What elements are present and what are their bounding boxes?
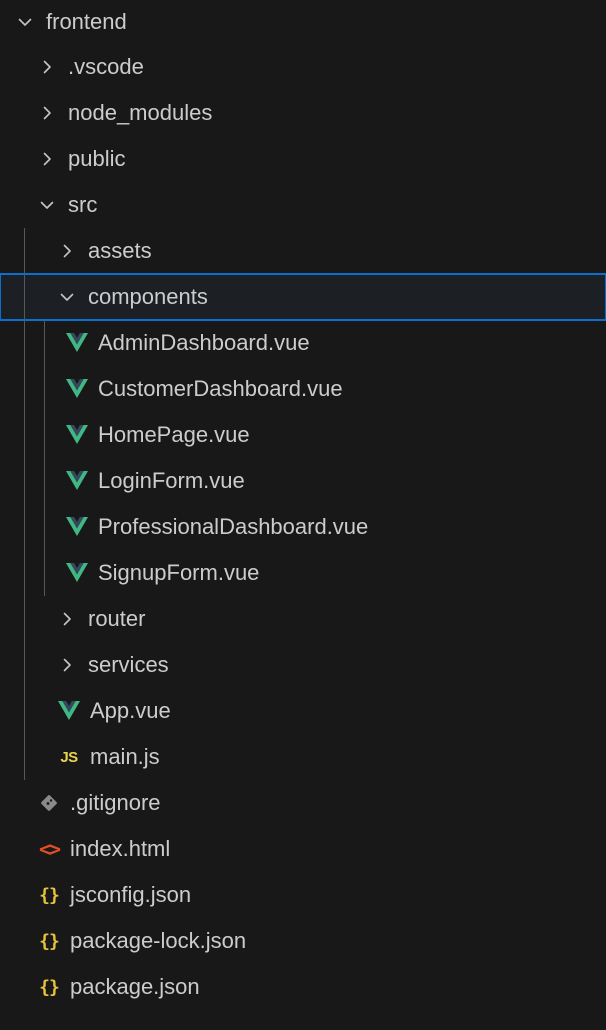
item-label: .gitignore: [70, 790, 161, 815]
git-file-icon: [36, 790, 62, 816]
item-label: CustomerDashboard.vue: [98, 376, 343, 401]
json-file-icon: {}: [39, 930, 60, 952]
item-label: frontend: [46, 9, 127, 34]
item-label: .vscode: [68, 54, 144, 79]
chevron-right-icon[interactable]: [56, 608, 78, 630]
folder-item-public[interactable]: public: [0, 136, 606, 182]
indent-guide: [24, 320, 25, 366]
indent-guide: [24, 596, 25, 642]
file-item-homepage-vue[interactable]: HomePage.vue: [0, 412, 606, 458]
item-label: SignupForm.vue: [98, 560, 260, 585]
chevron-down-icon[interactable]: [56, 286, 78, 308]
vue-file-icon: [64, 560, 90, 586]
item-label: public: [68, 146, 126, 171]
indent-guide: [44, 504, 45, 550]
json-file-icon: {}: [39, 884, 60, 906]
chevron-right-icon[interactable]: [56, 654, 78, 676]
indent-guide: [44, 458, 45, 504]
folder-item-frontend[interactable]: frontend: [0, 0, 606, 44]
item-label: services: [88, 652, 169, 677]
folder-item-router[interactable]: router: [0, 596, 606, 642]
item-label: package-lock.json: [70, 928, 247, 953]
file-item-professionaldashboard-vue[interactable]: ProfessionalDashboard.vue: [0, 504, 606, 550]
folder-item-components[interactable]: components: [0, 273, 606, 321]
item-label: main.js: [90, 744, 160, 769]
html-file-icon: <>: [38, 837, 61, 861]
item-label: index.html: [70, 836, 171, 861]
item-label: AdminDashboard.vue: [98, 330, 310, 355]
file-item-loginform-vue[interactable]: LoginForm.vue: [0, 458, 606, 504]
item-label: jsconfig.json: [70, 882, 192, 907]
folder-item-services[interactable]: services: [0, 642, 606, 688]
indent-guide: [24, 412, 25, 458]
indent-guide: [24, 228, 25, 274]
vue-file-icon: [64, 376, 90, 402]
file-item-app-vue[interactable]: App.vue: [0, 688, 606, 734]
indent-guide: [24, 550, 25, 596]
indent-guide: [44, 366, 45, 412]
indent-guide: [24, 734, 25, 780]
vue-file-icon: [64, 468, 90, 494]
item-label: HomePage.vue: [98, 422, 250, 447]
item-label: node_modules: [68, 100, 213, 125]
item-label: router: [88, 606, 146, 631]
item-label: assets: [88, 238, 152, 263]
indent-guide: [24, 504, 25, 550]
chevron-right-icon[interactable]: [36, 56, 58, 78]
item-label: components: [88, 284, 208, 309]
indent-guide: [24, 688, 25, 734]
indent-guide: [44, 412, 45, 458]
file-item-signupform-vue[interactable]: SignupForm.vue: [0, 550, 606, 596]
chevron-right-icon[interactable]: [36, 148, 58, 170]
folder-item-vscode[interactable]: .vscode: [0, 44, 606, 90]
item-label: package.json: [70, 974, 200, 999]
file-explorer-tree: frontend .vscode node_modulespublic src asse…: [0, 0, 606, 1030]
file-item-index-html[interactable]: <> index.html: [0, 826, 606, 872]
item-label: LoginForm.vue: [98, 468, 245, 493]
chevron-down-icon[interactable]: [14, 11, 36, 33]
indent-guide: [44, 550, 45, 596]
item-label: src: [68, 192, 98, 217]
folder-item-node-modules[interactable]: node_modules: [0, 90, 606, 136]
file-item-gitignore[interactable]: .gitignore: [0, 780, 606, 826]
indent-guide: [24, 274, 25, 320]
json-file-icon: {}: [39, 976, 60, 998]
item-label: ProfessionalDashboard.vue: [98, 514, 369, 539]
vue-file-icon: [64, 514, 90, 540]
indent-guide: [24, 458, 25, 504]
vue-file-icon: [56, 698, 82, 724]
file-item-package-json[interactable]: {} package.json: [0, 964, 606, 1010]
indent-guide: [24, 366, 25, 412]
item-label: App.vue: [90, 698, 171, 723]
file-item-customerdashboard-vue[interactable]: CustomerDashboard.vue: [0, 366, 606, 412]
folder-item-src[interactable]: src: [0, 182, 606, 228]
js-file-icon: JS: [60, 748, 78, 766]
file-item-main-js[interactable]: JS main.js: [0, 734, 606, 780]
indent-guide: [44, 320, 45, 366]
chevron-down-icon[interactable]: [36, 194, 58, 216]
folder-item-assets[interactable]: assets: [0, 228, 606, 274]
indent-guide: [24, 642, 25, 688]
chevron-right-icon[interactable]: [56, 240, 78, 262]
chevron-right-icon[interactable]: [36, 102, 58, 124]
file-item-jsconfig-json[interactable]: {} jsconfig.json: [0, 872, 606, 918]
file-item-admindashboard-vue[interactable]: AdminDashboard.vue: [0, 320, 606, 366]
vue-file-icon: [64, 330, 90, 356]
file-item-package-lock-json[interactable]: {} package-lock.json: [0, 918, 606, 964]
vue-file-icon: [64, 422, 90, 448]
